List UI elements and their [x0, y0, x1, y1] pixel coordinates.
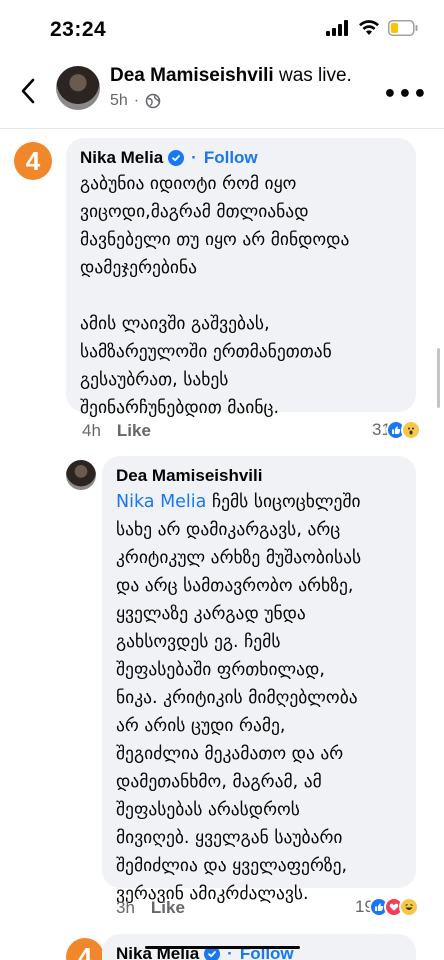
post-meta: 5h ·: [110, 92, 161, 110]
wifi-icon: [359, 20, 379, 35]
reply-bubble[interactable]: Dea Mamiseishvili Nika Melia ჩემს სიცოცხ…: [102, 456, 416, 904]
reply-author-row: Dea Mamiseishvili: [116, 466, 402, 486]
cellular-signal-icon: [326, 20, 348, 36]
reply-author[interactable]: Dea Mamiseishvili: [116, 466, 262, 486]
reply-reaction-summary[interactable]: 19: [355, 897, 419, 917]
reply-like-button[interactable]: Like: [151, 898, 185, 918]
top-fan-badge: 4: [14, 142, 52, 180]
post-action: was live.: [278, 65, 352, 86]
author-name[interactable]: Dea Mamiseishvili: [110, 65, 274, 86]
top-fan-badge: 4: [66, 938, 104, 960]
like-button[interactable]: Like: [117, 421, 151, 441]
meta-separator: ·: [133, 92, 140, 109]
verified-badge-icon: [168, 150, 185, 166]
haha-reaction-icon: [398, 897, 419, 917]
globe-icon: [145, 93, 161, 109]
status-icons: [326, 20, 418, 36]
wow-reaction-icon: [400, 420, 421, 440]
reply-actions: 3h Like: [116, 898, 185, 918]
home-indicator: [145, 946, 300, 949]
status-time: 23:24: [50, 18, 107, 41]
post-time[interactable]: 5h: [110, 92, 128, 110]
comment-author[interactable]: Nika Melia: [80, 148, 163, 168]
comment-actions: 4h Like: [82, 421, 151, 441]
reply-body: ჩემს სიცოცხლეში სახე არ დამიკარგავს, არც…: [116, 492, 362, 904]
reply-text: Nika Melia ჩემს სიცოცხლეში სახე არ დამიკ…: [116, 488, 402, 908]
reply-author-avatar[interactable]: [66, 460, 96, 490]
comment-bubble[interactable]: Nika Melia · Follow გაბუნია იდიოტი რომ ი…: [66, 138, 416, 418]
mention-link[interactable]: Nika Melia: [116, 492, 206, 512]
reply-time[interactable]: 3h: [116, 898, 135, 918]
post-header: Dea Mamiseishvili was live. 5h · •••: [0, 62, 444, 122]
status-bar: 23:24: [0, 0, 444, 62]
back-arrow-icon[interactable]: [16, 76, 42, 106]
author-avatar[interactable]: [56, 66, 100, 110]
header-divider: [0, 128, 444, 129]
follow-button[interactable]: Follow: [204, 148, 258, 168]
scrollbar[interactable]: [437, 348, 440, 408]
comment-text: გაბუნია იდიოტი რომ იყო ვიცოდი,მაგრამ მთლ…: [80, 174, 350, 418]
post-title: Dea Mamiseishvili was live.: [110, 65, 352, 87]
follow-separator: ·: [191, 148, 197, 167]
comment-time[interactable]: 4h: [82, 421, 101, 441]
more-options-icon[interactable]: •••: [383, 82, 428, 107]
reaction-summary[interactable]: 31: [372, 420, 421, 440]
comment-author-row: Nika Melia · Follow: [80, 148, 402, 168]
battery-icon: [388, 20, 418, 36]
